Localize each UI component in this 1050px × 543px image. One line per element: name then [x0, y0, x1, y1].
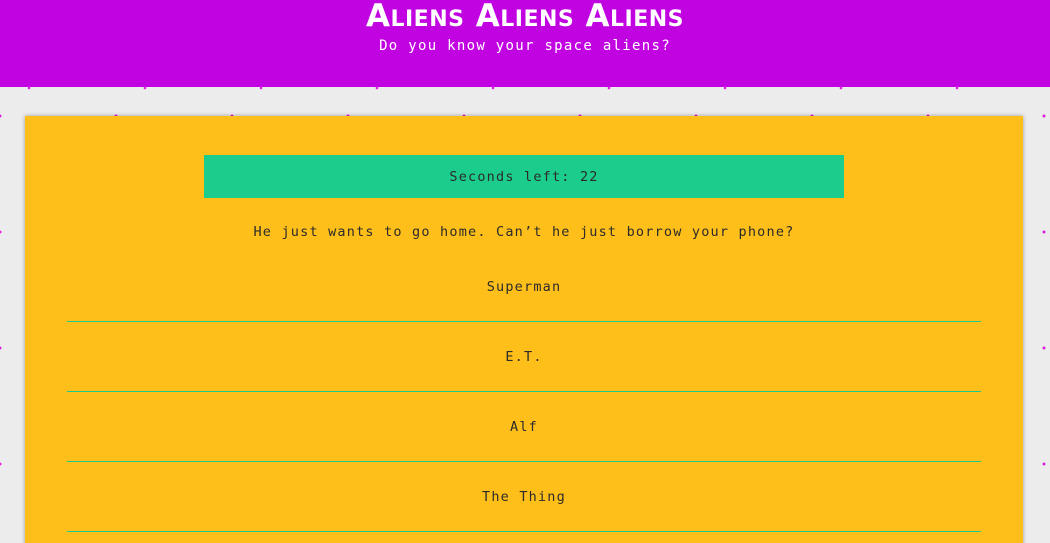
- answer-option-et[interactable]: E.T.: [67, 322, 981, 392]
- countdown-timer: Seconds left: 22: [204, 155, 844, 198]
- quiz-card: Seconds left: 22 He just wants to go hom…: [25, 116, 1023, 543]
- quiz-question: He just wants to go home. Can’t he just …: [253, 224, 795, 240]
- site-header: Aliens Aliens Aliens Do you know your sp…: [0, 0, 1050, 87]
- answer-option-the-thing[interactable]: The Thing: [67, 462, 981, 532]
- answer-option-alf[interactable]: Alf: [67, 392, 981, 462]
- page-title: Aliens Aliens Aliens: [365, 0, 685, 34]
- answer-option-superman[interactable]: Superman: [67, 252, 981, 322]
- page-subtitle: Do you know your space aliens?: [379, 38, 671, 54]
- answer-list: Superman E.T. Alf The Thing: [67, 252, 981, 532]
